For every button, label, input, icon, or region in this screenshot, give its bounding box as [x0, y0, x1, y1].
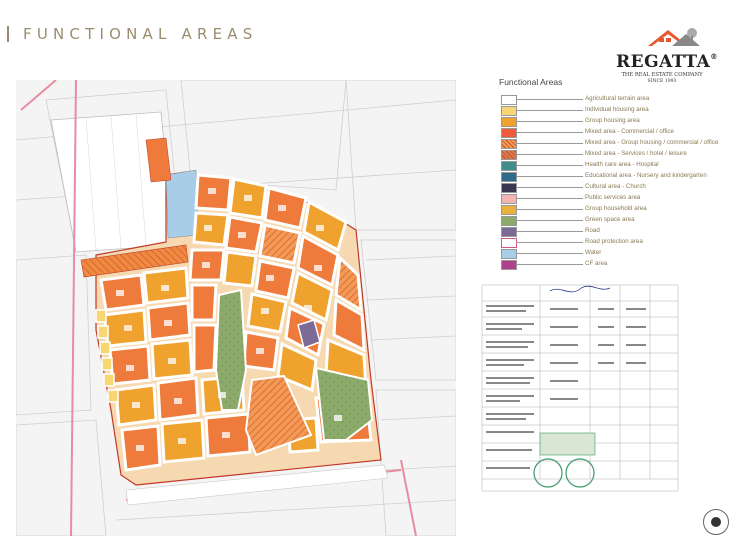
logo-tagline: THE REAL ESTATE COMPANY	[621, 72, 703, 78]
legend-label: Health care area - Hospital	[585, 161, 659, 168]
legend-label: Group housing area	[585, 117, 640, 124]
nav-dot	[711, 517, 721, 527]
legend-swatch	[501, 128, 517, 138]
legend-item: Group household area	[499, 204, 744, 215]
legend-leader-line	[516, 253, 583, 254]
legend-label: CF area	[585, 260, 608, 267]
legend-label: Road protection area	[585, 238, 643, 245]
title-accent-bar	[7, 26, 9, 42]
legend-item: Group housing area	[499, 116, 744, 127]
legend-item: Mixed area - Group housing / commercial …	[499, 138, 744, 149]
legend-swatch	[501, 150, 517, 160]
legend-label: Mixed area - Group housing / commercial …	[585, 139, 719, 146]
legend-leader-line	[516, 154, 583, 155]
legend-leader-line	[516, 110, 583, 111]
legend-label: Educational area - Nursery and kindergar…	[585, 172, 707, 179]
legend-label: Mixed area - Commercial / office	[585, 128, 674, 135]
functional-areas-map	[16, 80, 456, 536]
legend-swatch	[501, 95, 517, 105]
legend-swatch	[501, 194, 517, 204]
legend-item: Public services area	[499, 193, 744, 204]
logo-name: REGATTA®	[616, 52, 718, 72]
legend-item: Mixed area - Commercial / office	[499, 127, 744, 138]
legend-swatch	[501, 183, 517, 193]
legend-swatch	[501, 216, 517, 226]
legend-leader-line	[516, 220, 583, 221]
legend-item: Green space area	[499, 215, 744, 226]
legend-item: Cultural area - Church	[499, 182, 744, 193]
legend-leader-line	[516, 99, 583, 100]
logo-since: SINCE 1993	[647, 79, 677, 84]
legend-label: Individual housing area	[585, 106, 649, 113]
legend-leader-line	[516, 231, 583, 232]
legend-swatch	[501, 205, 517, 215]
legend-label: Public services area	[585, 194, 641, 201]
legend: Agricultural terrain area Individual hous…	[499, 94, 744, 270]
legend-item: Road	[499, 226, 744, 237]
legend-label: Mixed area - Services / hotel / leisure	[585, 150, 687, 157]
legend-swatch	[501, 260, 517, 270]
legend-swatch	[501, 106, 517, 116]
legend-leader-line	[516, 209, 583, 210]
legend-swatch	[501, 249, 517, 259]
legend-leader-line	[516, 176, 583, 177]
legend-swatch	[501, 227, 517, 237]
legend-item: Road protection area	[499, 237, 744, 248]
legend-swatch	[501, 238, 517, 248]
page-title-text: FUNCTIONAL AREAS	[23, 25, 258, 43]
legend-swatch	[501, 117, 517, 127]
document-stamp-box	[539, 432, 596, 456]
legend-leader-line	[516, 198, 583, 199]
legend-item: Health care area - Hospital	[499, 160, 744, 171]
legend-label: Green space area	[585, 216, 635, 223]
legend-leader-line	[516, 242, 583, 243]
legend-item: Educational area - Nursery and kindergar…	[499, 171, 744, 182]
legend-leader-line	[516, 121, 583, 122]
legend-leader-line	[516, 132, 583, 133]
legend-label: Road	[585, 227, 600, 234]
legend-item: CF area	[499, 259, 744, 270]
approval-document	[481, 284, 679, 492]
legend-item: Individual housing area	[499, 105, 744, 116]
legend-swatch	[501, 161, 517, 171]
legend-label: Group household area	[585, 205, 647, 212]
regatta-logo: REGATTA® THE REAL ESTATE COMPANY SINCE 1…	[612, 24, 718, 86]
legend-title: Functional Areas	[499, 77, 563, 87]
legend-label: Agricultural terrain area	[585, 95, 650, 102]
legend-leader-line	[516, 264, 583, 265]
legend-item: Agricultural terrain area	[499, 94, 744, 105]
compass-button-icon[interactable]	[703, 509, 729, 535]
house-roof-icon	[648, 28, 700, 46]
legend-item: Water	[499, 248, 744, 259]
legend-leader-line	[516, 143, 583, 144]
legend-swatch	[501, 172, 517, 182]
legend-item: Mixed area - Services / hotel / leisure	[499, 149, 744, 160]
legend-leader-line	[516, 187, 583, 188]
legend-label: Cultural area - Church	[585, 183, 646, 190]
legend-swatch	[501, 139, 517, 149]
legend-label: Water	[585, 249, 602, 256]
page-title: FUNCTIONAL AREAS	[7, 25, 257, 43]
legend-leader-line	[516, 165, 583, 166]
